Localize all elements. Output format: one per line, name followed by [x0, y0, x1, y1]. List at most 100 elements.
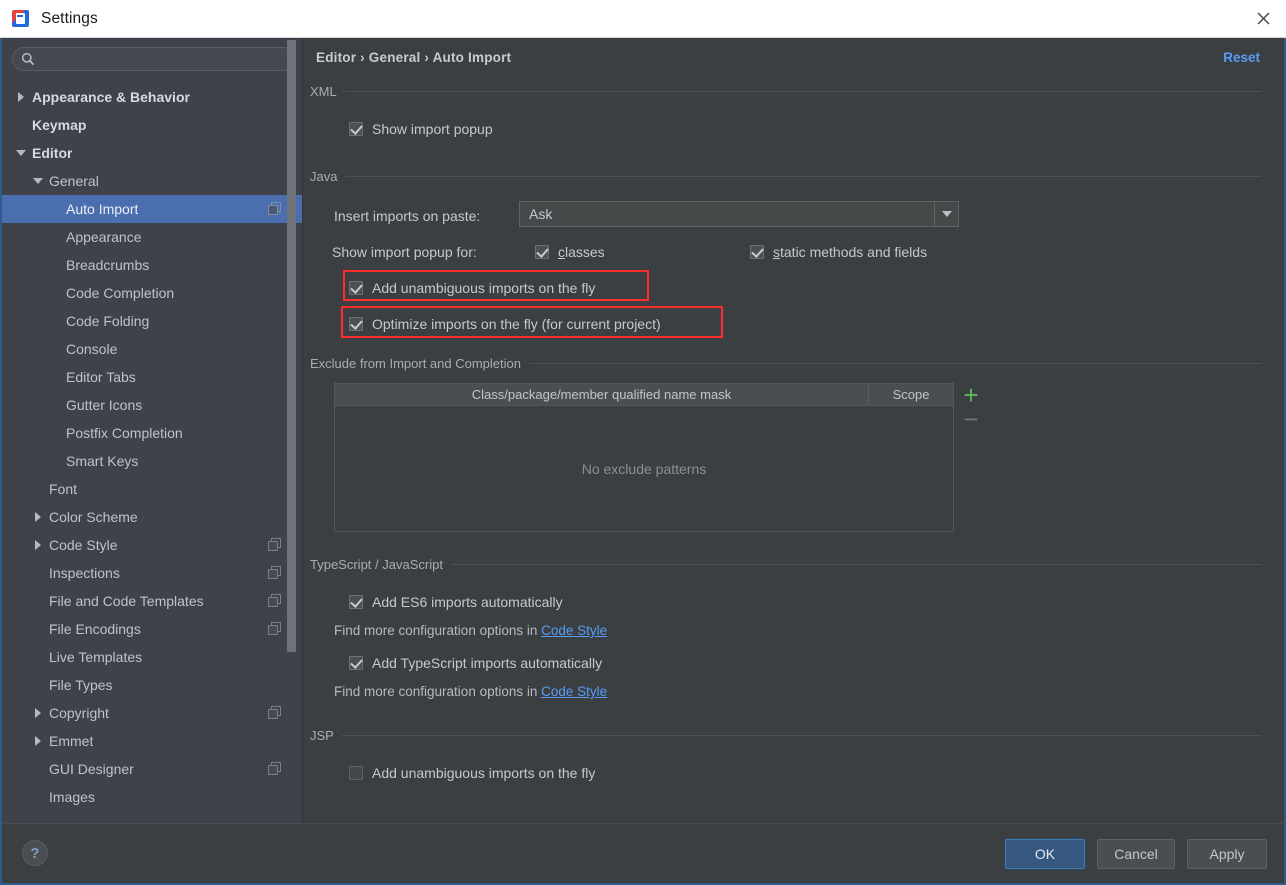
sidebar-item-editor[interactable]: Editor [2, 139, 303, 167]
sidebar-item-copyright[interactable]: Copyright [2, 699, 303, 727]
hint-prefix: Find more configuration options in [334, 684, 542, 699]
sidebar-item-appearance[interactable]: Appearance [2, 223, 303, 251]
apply-button[interactable]: Apply [1187, 839, 1267, 869]
sidebar-item-code-style[interactable]: Code Style [2, 531, 303, 559]
sidebar-item-label: File Types [49, 677, 113, 693]
remove-pattern-button[interactable]: − [959, 406, 983, 432]
checkbox-box[interactable] [349, 656, 363, 670]
sidebar-item-label: Color Scheme [49, 509, 138, 525]
checkbox-add-unambiguous-imports-jsp[interactable]: Add unambiguous imports on the fly [349, 762, 595, 784]
sidebar-item-breadcrumbs[interactable]: Breadcrumbs [2, 251, 303, 279]
sidebar-item-gui-designer[interactable]: GUI Designer [2, 755, 303, 783]
copy-settings-icon [268, 538, 281, 551]
checkbox-label: Add unambiguous imports on the fly [372, 765, 596, 781]
checkbox-static-methods-and-fields[interactable]: static methods and fields [750, 241, 927, 263]
sidebar-item-images[interactable]: Images [2, 783, 303, 811]
sidebar-divider [302, 38, 303, 823]
checkbox-show-import-popup-xml[interactable]: Show import popup [349, 118, 493, 140]
sidebar-item-file-and-code-templates[interactable]: File and Code Templates [2, 587, 303, 615]
sidebar-item-color-scheme[interactable]: Color Scheme [2, 503, 303, 531]
section-title-java: Java [310, 168, 338, 184]
column-header-scope[interactable]: Scope [869, 384, 953, 405]
close-button[interactable] [1240, 0, 1286, 37]
section-rule [528, 362, 1262, 364]
sidebar-item-code-folding[interactable]: Code Folding [2, 307, 303, 335]
checkbox-classes[interactable]: classes [535, 241, 605, 263]
ok-button[interactable]: OK [1005, 839, 1085, 869]
checkbox-box[interactable] [349, 595, 363, 609]
section-rule [345, 175, 1262, 177]
settings-dialog: Settings Appearance & Behavior Keymap Edit… [0, 0, 1286, 885]
sidebar-item-code-completion[interactable]: Code Completion [2, 279, 303, 307]
sidebar-item-postfix-completion[interactable]: Postfix Completion [2, 419, 303, 447]
section-rule [450, 563, 1262, 565]
sidebar-item-label: General [49, 173, 99, 189]
checkbox-box[interactable] [349, 122, 363, 136]
reset-link[interactable]: Reset [1223, 50, 1260, 65]
sidebar-item-font[interactable]: Font [2, 475, 303, 503]
sidebar-item-emmet[interactable]: Emmet [2, 727, 303, 755]
checkbox-label: Add ES6 imports automatically [372, 594, 563, 610]
sidebar-item-live-templates[interactable]: Live Templates [2, 643, 303, 671]
chevron-down-icon[interactable] [33, 175, 45, 187]
checkbox-label: Add unambiguous imports on the fly [372, 280, 596, 296]
sidebar-search[interactable] [12, 47, 295, 71]
chevron-right-icon[interactable] [33, 539, 45, 551]
checkbox-box[interactable] [349, 766, 363, 780]
chevron-right-icon[interactable] [33, 707, 45, 719]
search-input[interactable] [35, 48, 294, 70]
sidebar-item-gutter-icons[interactable]: Gutter Icons [2, 391, 303, 419]
sidebar-item-smart-keys[interactable]: Smart Keys [2, 447, 303, 475]
code-style-link[interactable]: Code Style [541, 684, 607, 699]
sidebar-item-console[interactable]: Console [2, 335, 303, 363]
checkbox-optimize-imports[interactable]: Optimize imports on the fly (for current… [349, 313, 661, 335]
sidebar-item-file-types[interactable]: File Types [2, 671, 303, 699]
chevron-right-icon[interactable] [33, 511, 45, 523]
sidebar-item-inspections[interactable]: Inspections [2, 559, 303, 587]
hint-prefix: Find more configuration options in [334, 623, 542, 638]
checkbox-add-unambiguous-imports-java[interactable]: Add unambiguous imports on the fly [349, 277, 595, 299]
sidebar-scrollbar-thumb[interactable] [287, 40, 296, 652]
section-rule [341, 734, 1262, 736]
checkbox-box[interactable] [349, 317, 363, 331]
sidebar-item-auto-import[interactable]: Auto Import [2, 195, 303, 223]
table-action-buttons: + − [959, 382, 983, 432]
checkbox-label: static methods and fields [773, 244, 928, 260]
sidebar-item-file-encodings[interactable]: File Encodings [2, 615, 303, 643]
checkbox-box[interactable] [349, 281, 363, 295]
chevron-down-icon[interactable] [934, 202, 958, 226]
insert-imports-combobox[interactable]: Ask [519, 201, 959, 227]
column-header-mask[interactable]: Class/package/member qualified name mask [335, 384, 869, 405]
dialog-footer [0, 823, 1286, 885]
exclude-patterns-table[interactable]: Class/package/member qualified name mask… [334, 383, 954, 532]
checkbox-add-es6-imports[interactable]: Add ES6 imports automatically [349, 591, 563, 613]
cancel-button[interactable]: Cancel [1097, 839, 1175, 869]
help-button[interactable]: ? [22, 840, 48, 866]
sidebar-item-label: Editor [32, 145, 73, 161]
chevron-down-icon[interactable] [16, 147, 28, 159]
sidebar-item-appearance-behavior[interactable]: Appearance & Behavior [2, 83, 303, 111]
chevron-right-icon[interactable] [16, 91, 28, 103]
checkbox-box[interactable] [535, 245, 549, 259]
hint-es6-code-style: Find more configuration options in Code … [334, 623, 607, 638]
checkbox-box[interactable] [750, 245, 764, 259]
chevron-right-icon[interactable] [33, 735, 45, 747]
code-style-link[interactable]: Code Style [541, 623, 607, 638]
section-rule [344, 90, 1262, 92]
sidebar-item-keymap[interactable]: Keymap [2, 111, 303, 139]
checkbox-add-typescript-imports[interactable]: Add TypeScript imports automatically [349, 652, 602, 674]
copy-settings-icon [268, 762, 281, 775]
sidebar-item-label: Code Completion [66, 285, 175, 301]
sidebar-item-editor-tabs[interactable]: Editor Tabs [2, 363, 303, 391]
sidebar-item-general[interactable]: General [2, 167, 303, 195]
